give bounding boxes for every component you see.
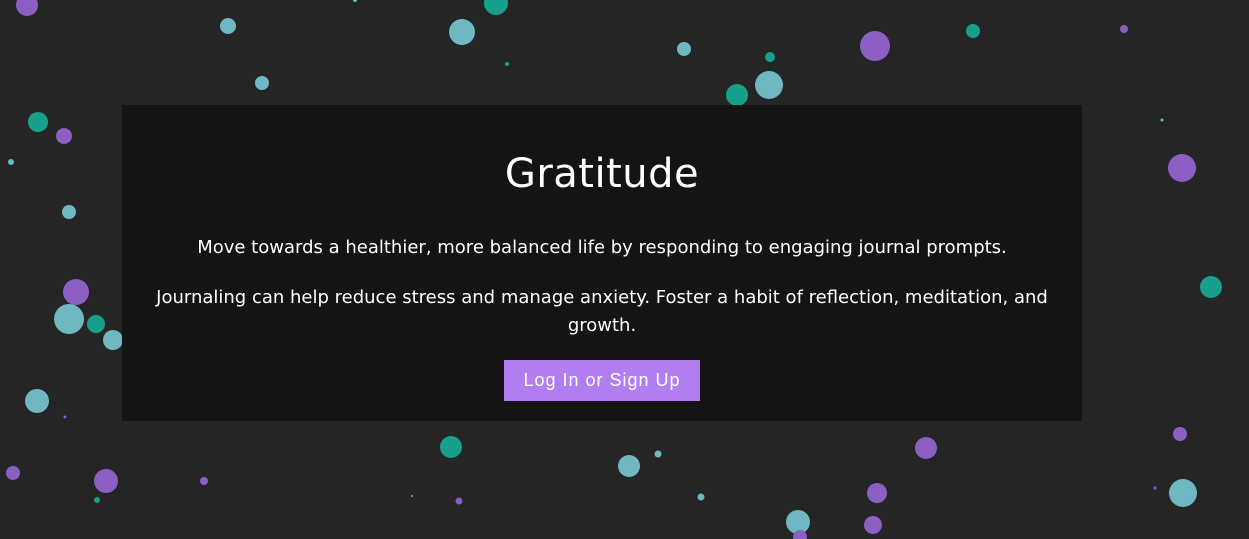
bubble [1173, 427, 1187, 441]
bubble [1168, 154, 1196, 182]
bubble [94, 497, 100, 503]
bubble [16, 0, 38, 16]
bubble [63, 415, 67, 419]
bubble [726, 84, 748, 106]
bubble [697, 493, 705, 501]
bubble [25, 389, 49, 413]
bubble [8, 159, 14, 165]
bubble [353, 0, 357, 2]
bubble [449, 19, 475, 45]
bubble [484, 0, 508, 15]
bubble [28, 112, 48, 132]
bubble [618, 455, 640, 477]
bubble [411, 495, 413, 497]
page-title: Gratitude [504, 151, 700, 197]
bubble [1120, 25, 1128, 33]
login-signup-button[interactable]: Log In or Sign Up [504, 360, 700, 401]
bubble [654, 450, 662, 458]
bubble [1153, 486, 1157, 490]
hero-description: Journaling can help reduce stress and ma… [156, 287, 1048, 336]
bubble [966, 24, 980, 38]
bubble [677, 42, 691, 56]
bubble [200, 477, 208, 485]
bubble [765, 52, 775, 62]
bubble [94, 469, 118, 493]
bubble [455, 497, 463, 505]
bubble [56, 128, 72, 144]
bubble [864, 516, 882, 534]
bubble [1169, 479, 1197, 507]
bubble [62, 205, 76, 219]
bubble [915, 437, 937, 459]
hero-tagline: Move towards a healthier, more balanced … [197, 237, 1007, 258]
hero-card: Gratitude Move towards a healthier, more… [122, 105, 1082, 421]
landing-page: Gratitude Move towards a healthier, more… [0, 0, 1249, 539]
bubble [755, 71, 783, 99]
bubble [220, 18, 236, 34]
bubble [1200, 276, 1222, 298]
bubble [867, 483, 887, 503]
bubble [440, 436, 462, 458]
bubble [255, 76, 269, 90]
bubble [103, 330, 123, 350]
bubble [54, 304, 84, 334]
bubble [860, 31, 890, 61]
bubble [63, 279, 89, 305]
bubble [6, 466, 20, 480]
bubble [1160, 118, 1164, 122]
bubble [87, 315, 105, 333]
bubble [505, 62, 509, 66]
